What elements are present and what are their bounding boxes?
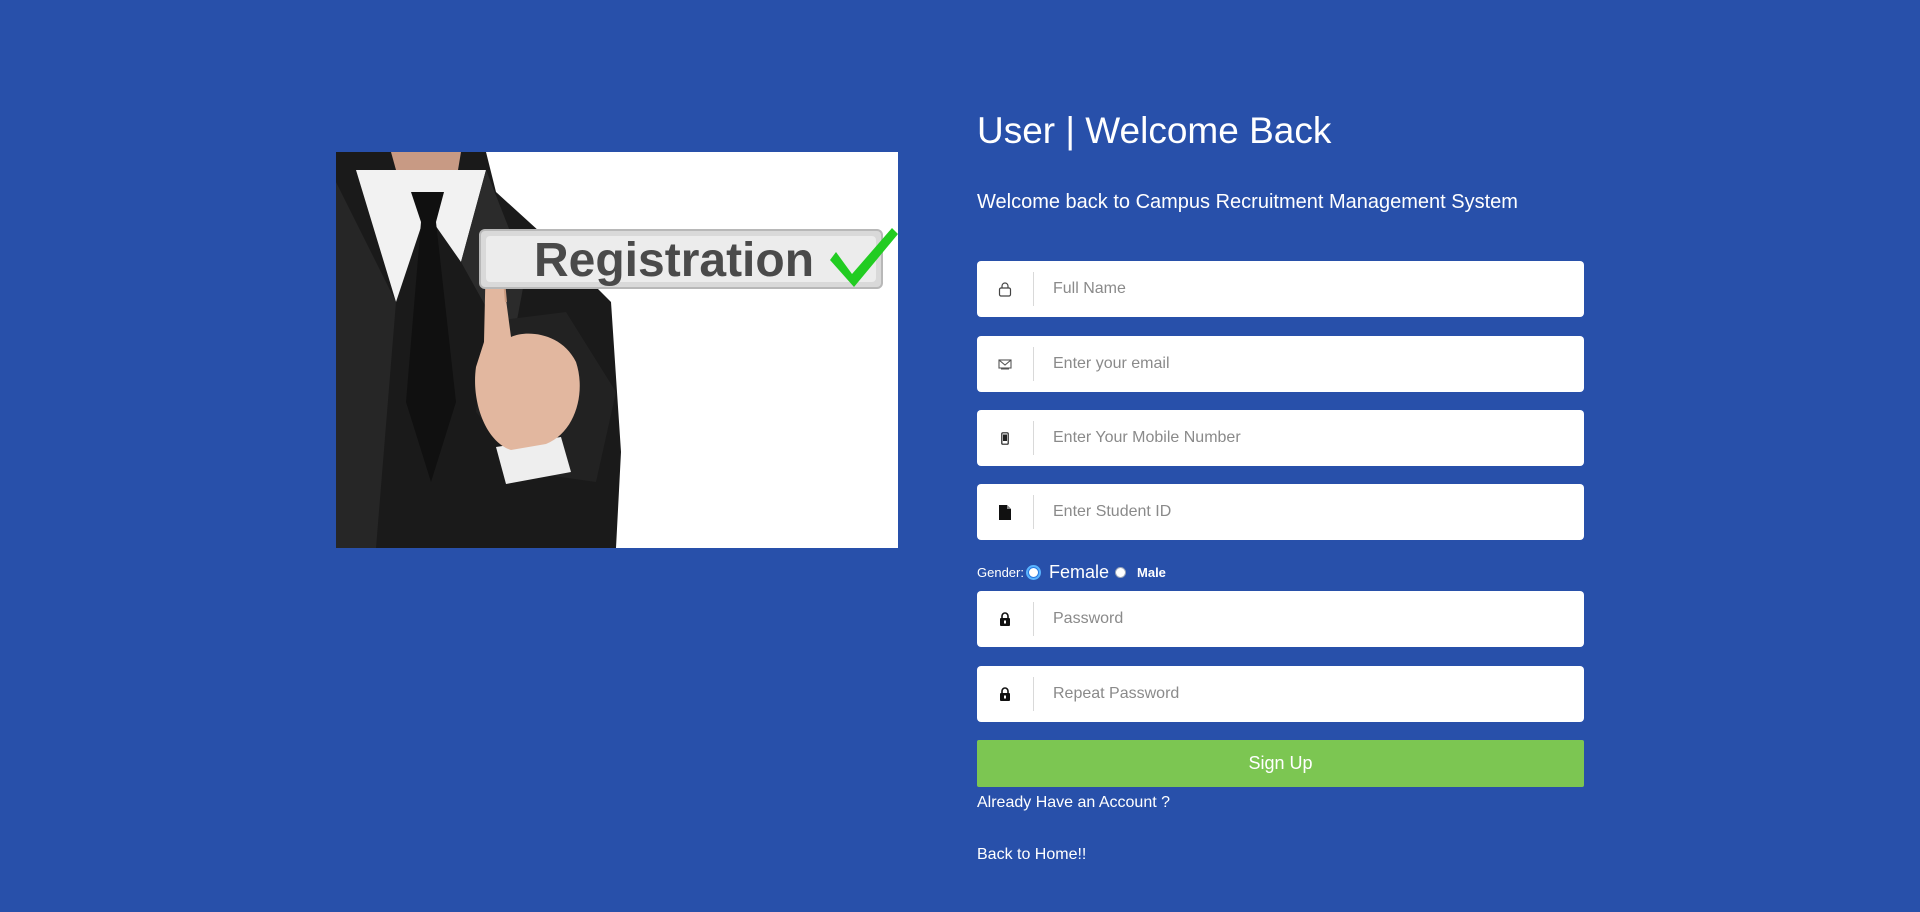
- gender-selector: Gender: Female Male: [977, 560, 1166, 584]
- password-input[interactable]: [1034, 591, 1584, 647]
- login-link[interactable]: Already Have an Account ?: [977, 794, 1170, 812]
- female-label[interactable]: Female: [1049, 562, 1109, 583]
- registration-image-text: Registration: [534, 234, 814, 287]
- lock-icon: [977, 666, 1033, 722]
- female-radio[interactable]: [1027, 566, 1039, 578]
- lock-icon: [977, 591, 1033, 647]
- mobile-input[interactable]: [1034, 410, 1584, 466]
- student-id-input[interactable]: [1034, 484, 1584, 540]
- document-icon: [977, 484, 1033, 540]
- email-input[interactable]: [1034, 336, 1584, 392]
- email-icon: [977, 336, 1033, 392]
- gender-label: Gender:: [977, 564, 1024, 580]
- mobile-field[interactable]: [977, 410, 1584, 466]
- full-name-field[interactable]: [977, 261, 1584, 317]
- page-title: User | Welcome Back: [977, 110, 1332, 151]
- full-name-input[interactable]: [1034, 261, 1584, 317]
- student-id-field[interactable]: [977, 484, 1584, 540]
- password-field[interactable]: [977, 591, 1584, 647]
- male-label[interactable]: Male: [1137, 565, 1166, 580]
- sign-up-button[interactable]: Sign Up: [977, 740, 1584, 787]
- user-icon: [977, 261, 1033, 317]
- repeat-password-field[interactable]: [977, 666, 1584, 722]
- page-subtitle: Welcome back to Campus Recruitment Manag…: [977, 191, 1518, 213]
- back-to-home-link[interactable]: Back to Home!!: [977, 846, 1086, 864]
- registration-illustration: Registration: [336, 152, 898, 548]
- male-radio[interactable]: [1115, 566, 1127, 578]
- mobile-icon: [977, 410, 1033, 466]
- email-field[interactable]: [977, 336, 1584, 392]
- repeat-password-input[interactable]: [1034, 666, 1584, 722]
- businessman-registration-image: Registration: [336, 152, 898, 548]
